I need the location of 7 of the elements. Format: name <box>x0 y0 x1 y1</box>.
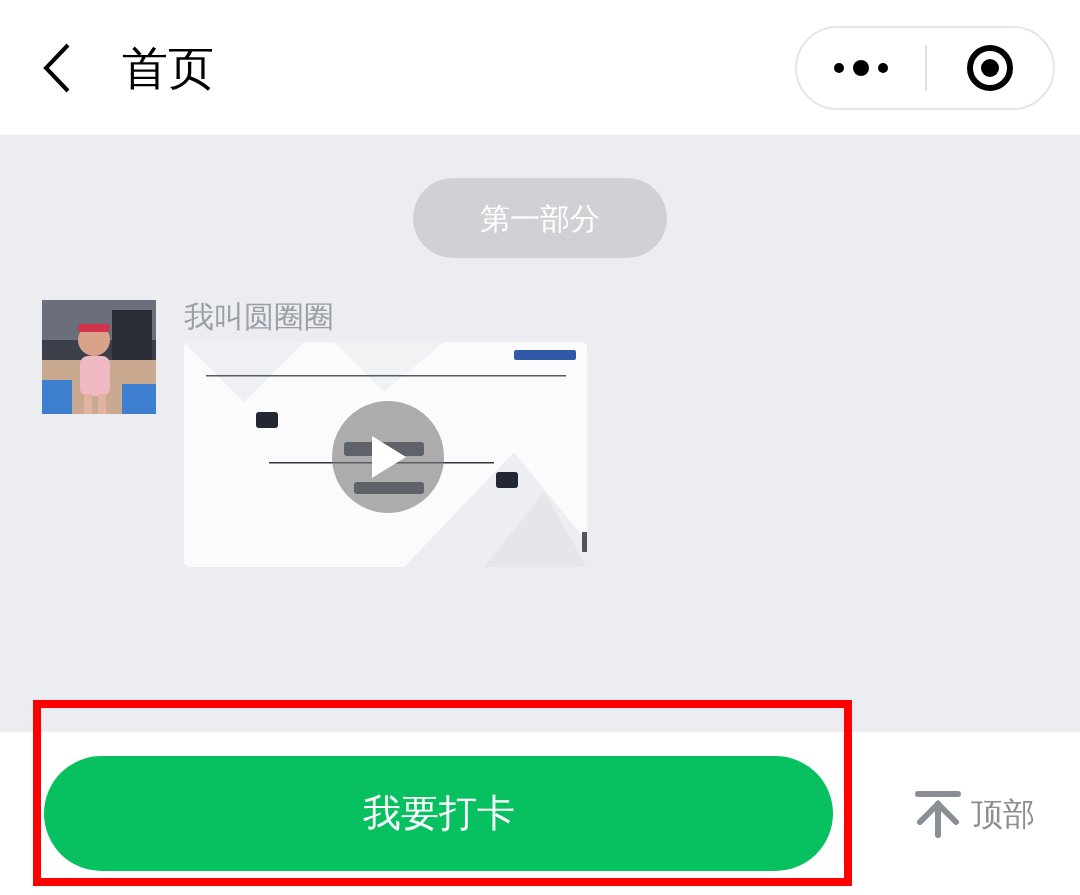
more-icon <box>833 59 889 76</box>
back-icon[interactable] <box>42 41 72 94</box>
target-icon <box>966 43 1014 92</box>
sender-name: 我叫圆圈圈 <box>184 302 335 332</box>
check-in-button[interactable]: 我要打卡 <box>44 756 833 871</box>
page-title: 首页 <box>122 44 214 91</box>
back-to-top-button[interactable]: 顶部 <box>915 789 1035 838</box>
